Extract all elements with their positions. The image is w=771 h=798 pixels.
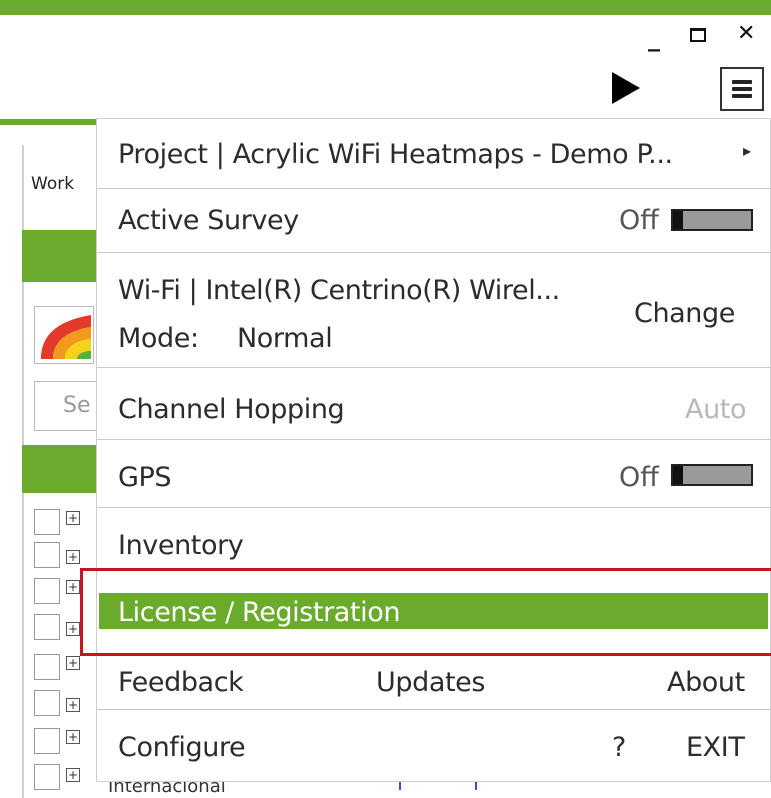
maximize-icon[interactable]	[690, 28, 706, 42]
expand-icon[interactable]: +	[66, 730, 80, 744]
checkbox[interactable]	[34, 509, 60, 535]
hamburger-menu-icon	[732, 80, 752, 84]
heatmap-logo-icon	[41, 315, 91, 359]
app-accent-line	[0, 119, 110, 125]
expand-icon[interactable]: +	[66, 580, 80, 594]
menu-item-project[interactable]: Project | Acrylic WiFi Heatmaps - Demo P…	[97, 119, 770, 189]
updates-link[interactable]: Updates	[376, 667, 485, 698]
list-item[interactable]: +	[34, 724, 104, 758]
expand-icon[interactable]: +	[66, 656, 80, 670]
hamburger-bar	[732, 94, 752, 98]
close-icon[interactable]: ✕	[737, 23, 755, 45]
menu-item-gps[interactable]: GPS Off	[97, 440, 770, 508]
help-link[interactable]: ?	[612, 732, 626, 763]
toggle-knob	[673, 211, 683, 229]
exit-button[interactable]: EXIT	[686, 732, 745, 763]
menu-item-inventory[interactable]: Inventory	[97, 508, 770, 574]
list-item[interactable]: +	[34, 686, 104, 720]
wifi-change-button[interactable]: Change	[634, 298, 735, 329]
expand-icon[interactable]: +	[66, 768, 80, 782]
list-item[interactable]: +	[34, 505, 104, 539]
menu-item-wifi-adapter[interactable]: Wi-Fi | Intel(R) Centrino(R) Wirel... Mo…	[97, 253, 770, 368]
checkbox[interactable]	[34, 614, 60, 640]
title-bar-accent	[0, 0, 771, 15]
feedback-link[interactable]: Feedback	[118, 667, 244, 698]
channel-hopping-label: Channel Hopping	[118, 394, 345, 425]
hamburger-menu-button[interactable]	[720, 67, 764, 111]
checkbox[interactable]	[34, 728, 60, 754]
main-menu-dropdown: Project | Acrylic WiFi Heatmaps - Demo P…	[96, 118, 771, 782]
highlight-box	[80, 568, 771, 656]
checkbox[interactable]	[34, 654, 60, 680]
gps-state: Off	[619, 462, 659, 493]
search-input[interactable]: Se	[34, 381, 104, 431]
menu-item-channel-hopping[interactable]: Channel Hopping Auto	[97, 368, 770, 440]
channel-hopping-value: Auto	[685, 394, 747, 425]
about-link[interactable]: About	[667, 667, 745, 698]
expand-icon[interactable]: +	[66, 550, 80, 564]
list-item[interactable]: +	[34, 538, 104, 572]
search-placeholder: Se	[63, 393, 91, 418]
checkbox[interactable]	[34, 690, 60, 716]
green-header-bar	[22, 230, 102, 282]
active-survey-toggle[interactable]	[671, 209, 753, 231]
active-survey-state: Off	[619, 205, 659, 236]
checkbox[interactable]	[34, 578, 60, 604]
configure-link[interactable]: Configure	[118, 732, 246, 763]
wifi-adapter-label: Wi-Fi | Intel(R) Centrino(R) Wirel...	[118, 275, 560, 306]
mode-value: Normal	[237, 323, 333, 354]
workspace-label: Work	[31, 174, 75, 194]
expand-icon[interactable]: +	[66, 622, 80, 636]
submenu-arrow-icon: ▸	[743, 141, 751, 160]
menu-item-active-survey[interactable]: Active Survey Off	[97, 189, 770, 253]
project-label: Project | Acrylic WiFi Heatmaps - Demo P…	[118, 139, 673, 170]
inventory-label: Inventory	[118, 530, 244, 561]
active-survey-label: Active Survey	[118, 205, 299, 236]
heatmap-logo	[34, 306, 94, 364]
minimize-icon[interactable]: _	[648, 26, 660, 50]
hamburger-bar	[732, 87, 752, 91]
toggle-knob	[673, 466, 683, 484]
gps-label: GPS	[118, 462, 172, 493]
mode-label: Mode:	[118, 323, 199, 354]
gps-toggle[interactable]	[671, 464, 753, 486]
menu-item-configure-row: Configure ? EXIT	[97, 710, 770, 782]
checkbox[interactable]	[34, 764, 60, 790]
green-header-bar	[22, 445, 102, 493]
checkbox[interactable]	[34, 542, 60, 568]
play-icon[interactable]	[612, 72, 640, 104]
expand-icon[interactable]: +	[66, 698, 80, 712]
list-item[interactable]: +	[34, 760, 104, 794]
expand-icon[interactable]: +	[66, 511, 80, 525]
